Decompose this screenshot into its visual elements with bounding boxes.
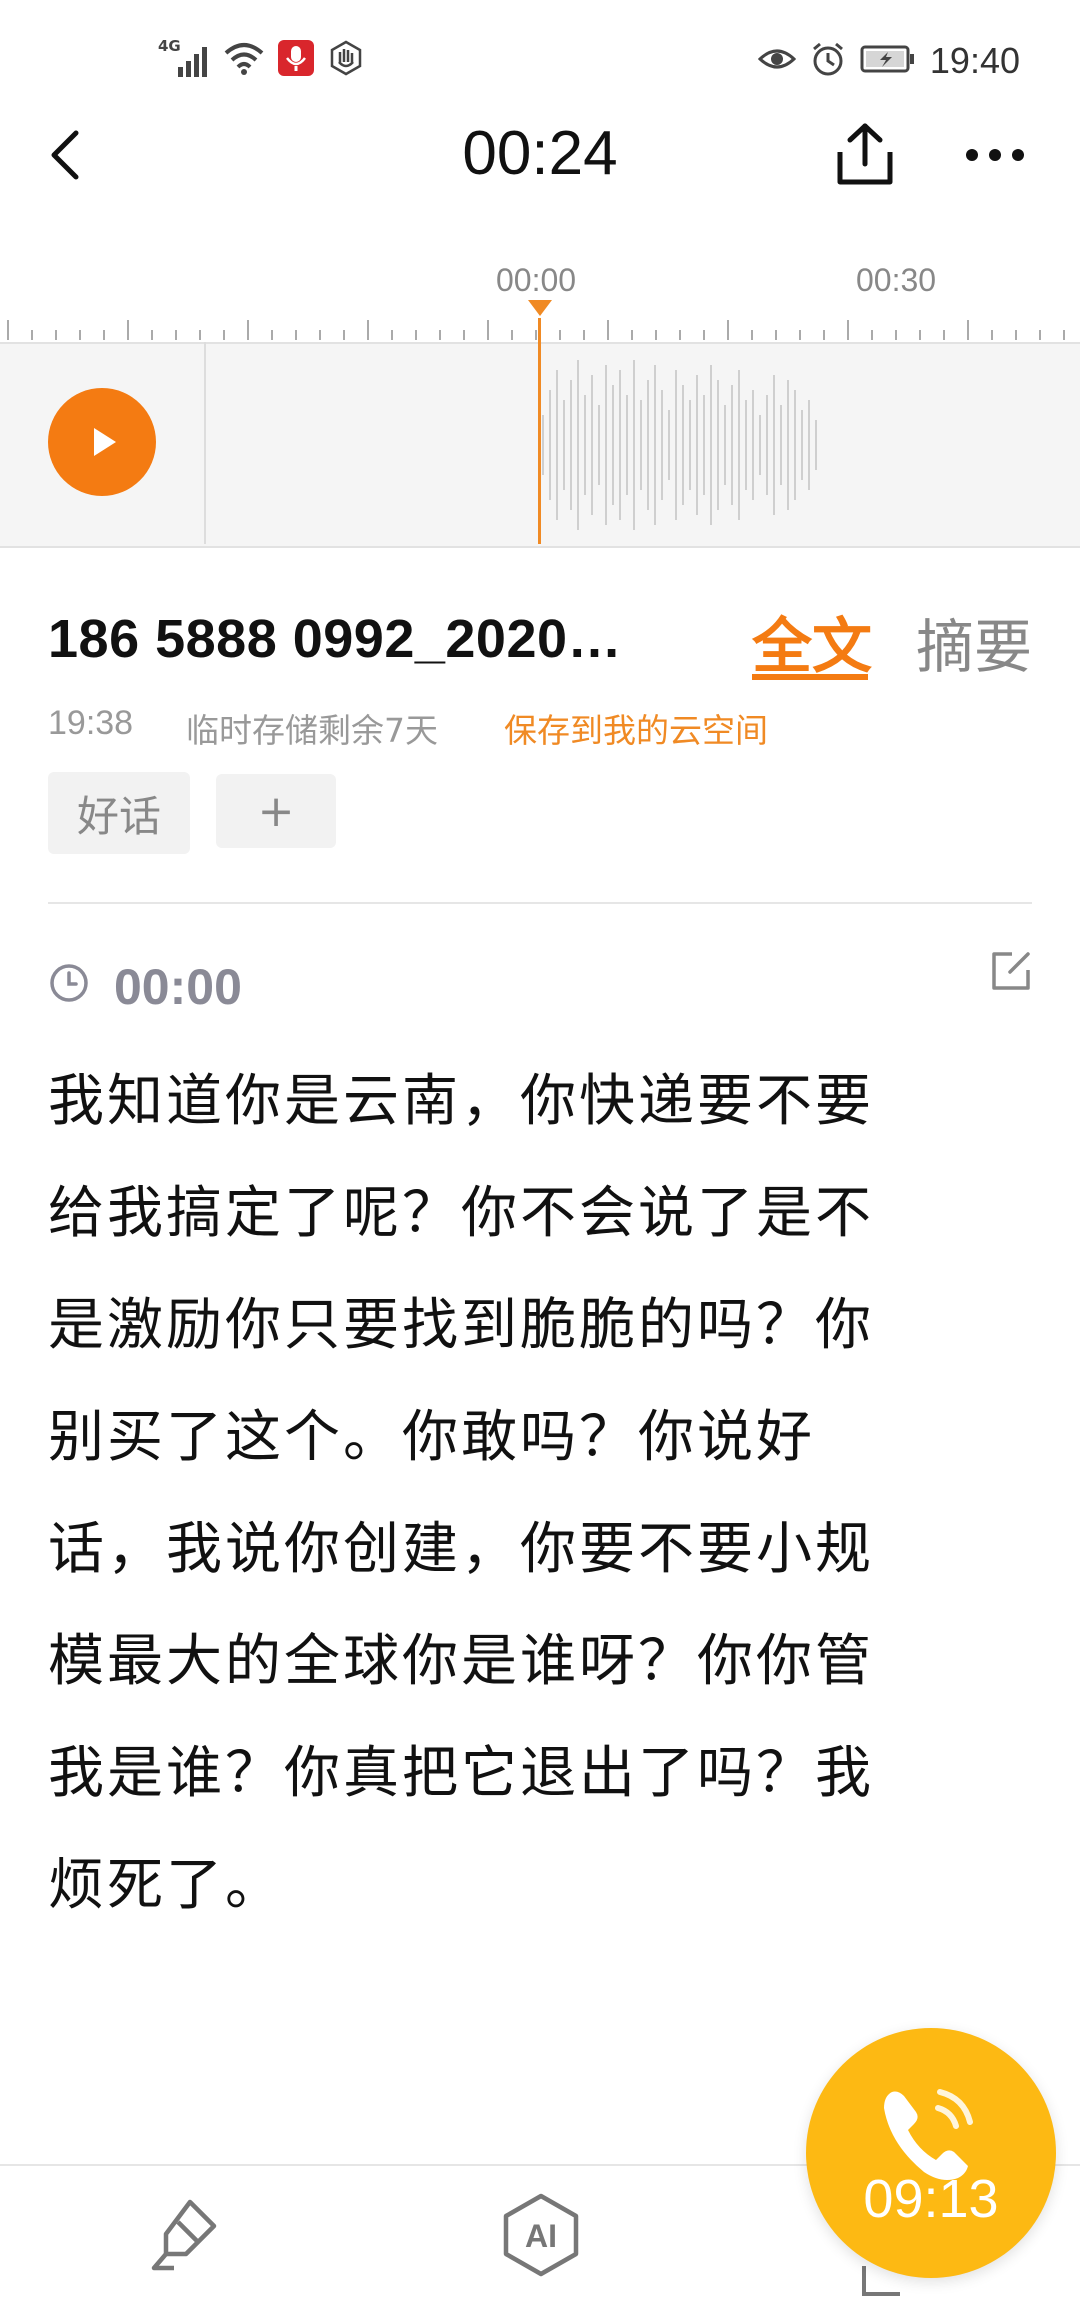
tab-full-text[interactable]: 全文 [752,598,872,685]
waveform-bar [689,400,691,490]
waveform-bar [682,385,684,505]
play-button[interactable] [48,388,156,496]
clock-icon [48,962,90,1004]
play-divider [204,342,206,544]
more-button[interactable] [962,130,1032,180]
waveform-bar [563,400,565,490]
eye-icon [757,43,797,79]
waveform-bar [542,415,544,475]
waveform-bar [794,390,796,500]
waveform-bar [591,375,593,515]
recording-title: 186 5888 0992_2020… [48,609,623,669]
waveform-bar [577,360,579,530]
waveform-bar [710,365,712,525]
waveform-bar [759,415,761,475]
waveform-bar [661,390,663,500]
waveform-bar [668,410,670,480]
waveform-bar [703,395,705,495]
recording-time: 19:38 [48,704,134,742]
waveform-bar [731,385,733,505]
waveform-bar [801,410,803,480]
signal-icon: 4G [158,39,210,79]
duration-title: 00:24 [462,119,618,188]
highlight-button[interactable] [140,2190,230,2280]
waveform-bar [745,400,747,490]
waveform-bar [780,405,782,485]
waveform-bar [584,395,586,495]
share-button[interactable] [830,120,900,190]
waveform-bar [724,405,726,485]
waveform-bar [647,380,649,510]
wifi-icon [224,41,264,79]
waveform-bar [815,420,817,470]
waveform-bar [738,370,740,520]
active-tab-indicator [752,674,868,680]
waveform-bar [808,400,810,490]
waveform-bar [570,380,572,510]
waveform-bar [612,385,614,505]
more-icon [966,149,1024,161]
waveform-bar [675,370,677,520]
hand-icon [328,40,364,80]
waveform-bar [626,395,628,495]
tab-summary[interactable]: 摘要 [916,600,1032,684]
edit-icon [992,952,1030,990]
waveform-bar [640,400,642,490]
transcript-line: 是激励你只要找到脆脆的吗？你 [48,1293,874,1358]
waveform-bar [633,360,635,530]
microphone-icon [278,40,314,80]
transcript-line: 我知道你是云南，你快递要不要 [48,1069,874,1134]
call-timer: 09:13 [863,2169,999,2229]
transcript-line: 别买了这个。你敢吗？你说好 [48,1405,815,1470]
alarm-icon [810,41,846,81]
status-time: 19:40 [929,40,1020,81]
transcript-text[interactable]: 我知道你是云南，你快递要不要 给我搞定了呢？你不会说了是不 是激励你只要找到脆脆… [48,1046,1008,1942]
transcript-line: 我是谁？你真把它退出了吗？我 [48,1741,874,1806]
playhead-marker[interactable] [528,300,552,316]
status-right: 19:40 [757,40,1020,82]
waveform-bar [605,365,607,525]
save-to-cloud-link[interactable]: 保存到我的云空间 [504,704,768,752]
waveform-bar [598,405,600,485]
waveform-bar [787,380,789,510]
add-tag-button[interactable]: + [216,774,336,848]
play-icon [94,428,116,456]
waveform-bar [556,370,558,520]
transcript-line: 给我搞定了呢？你不会说了是不 [48,1181,874,1246]
transcript-line: 烦死了。 [48,1853,284,1918]
waveform-bar [654,365,656,525]
share-icon [837,123,893,185]
waveform-bar [766,395,768,495]
waveform-bar [696,375,698,515]
ai-icon: AI [503,2193,579,2277]
ai-button[interactable]: AI [496,2190,586,2280]
waveform-bar [619,370,621,520]
status-left: 4G [158,39,364,80]
section-divider [48,902,1032,904]
storage-note: 临时存储剩余7天 [186,711,438,750]
waveform-bar [752,390,754,500]
waveform-bar [773,375,775,515]
transcript-line: 话，我说你创建，你要不要小规 [48,1517,874,1582]
status-bar: 4G 19:40 [0,0,1080,120]
edit-button[interactable] [988,948,1034,994]
highlighter-icon [151,2199,217,2271]
segment-timestamp[interactable]: 00:00 [114,958,242,1016]
timeline-label-start: 00:00 [496,262,577,298]
timeline-label-next: 00:30 [856,262,937,298]
waveform-bar [717,380,719,510]
playhead[interactable] [538,318,541,544]
transcript-line: 模最大的全球你是谁呀？你你管 [48,1629,874,1694]
battery-icon [860,44,916,78]
ai-label: AI [525,2218,557,2254]
tag-chip[interactable]: 好话 [48,772,190,854]
waveform-bar [549,390,551,500]
